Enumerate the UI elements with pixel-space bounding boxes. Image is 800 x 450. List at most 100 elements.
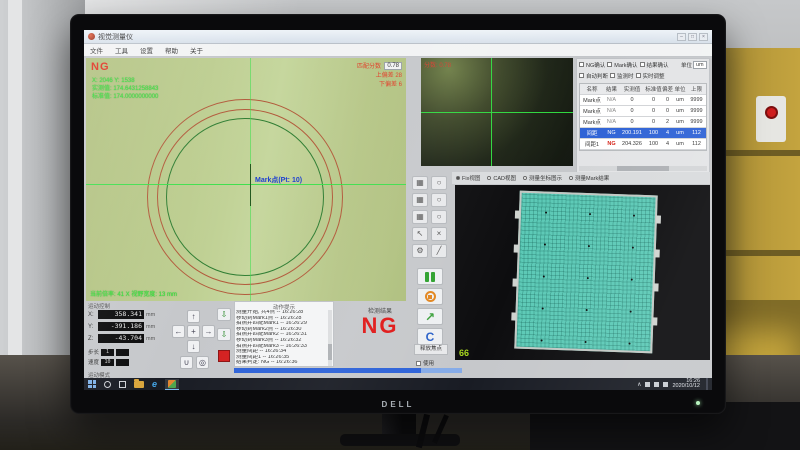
grid-tool-icon[interactable]: ▦	[412, 210, 428, 224]
table-row[interactable]: 间距1NG 204.326100 4um 112	[580, 139, 706, 150]
monitor-checkbox[interactable]	[610, 73, 615, 78]
jog-center-button[interactable]: +	[187, 325, 200, 338]
minimize-button[interactable]: –	[677, 33, 686, 41]
grid-tool-icon[interactable]: ▦	[412, 193, 428, 207]
start-pause-button[interactable]	[417, 268, 443, 285]
speed-value[interactable]: 10	[101, 359, 114, 366]
tab-mark-result-view[interactable]: 测量Mark结果	[569, 174, 609, 182]
offset-x-readout: 上偏差 28	[376, 70, 402, 79]
realtime-adjust-checkbox[interactable]	[636, 73, 641, 78]
menu-help[interactable]: 帮助	[165, 45, 178, 55]
delete-tool-icon[interactable]: ×	[431, 227, 447, 241]
main-camera-view[interactable]: NG X: 2046 Y: 1538 实测值: 174.6431258843 标…	[86, 58, 406, 301]
tab-fix-view[interactable]: Fix视图	[456, 174, 480, 182]
use-checkbox[interactable]	[416, 361, 421, 366]
offset-y-readout: 下偏差 6	[379, 79, 402, 88]
grid-view-icon[interactable]: ▦	[412, 176, 428, 190]
select-arrow-icon[interactable]: ↖	[412, 227, 428, 241]
table-row[interactable]: Mark点N/A 00 0um 9999	[580, 95, 706, 106]
secondary-camera-view[interactable]: 分数: 0.78	[421, 58, 573, 166]
step-label: 步长	[88, 348, 99, 356]
pause-icon	[431, 272, 435, 282]
jog-up-button[interactable]: ↑	[187, 310, 200, 323]
step-value-2[interactable]	[116, 349, 129, 356]
ng-confirm-checkbox[interactable]	[579, 62, 584, 67]
active-app-taskbar-icon[interactable]	[165, 379, 179, 390]
result-confirm-checkbox[interactable]	[640, 62, 645, 67]
unit-select[interactable]: um	[693, 61, 707, 69]
start-button-icon[interactable]	[88, 380, 96, 388]
arrow-icon: ↗	[425, 312, 435, 322]
network-icon[interactable]	[645, 382, 650, 387]
main-view-result-badge: NG	[91, 61, 110, 73]
step-value[interactable]: 1	[101, 349, 114, 356]
show-desktop-button[interactable]	[706, 378, 708, 390]
menu-file[interactable]: 文件	[90, 45, 103, 55]
close-button[interactable]: ×	[699, 33, 708, 41]
release-focus-button[interactable]: 释放焦点	[414, 344, 448, 355]
log-entry[interactable]: 结果判定: NG -- 16:26:36	[236, 360, 328, 366]
menu-tools[interactable]: 工具	[115, 45, 128, 55]
use-label: 使用	[423, 359, 434, 367]
jog-right-button[interactable]: →	[202, 325, 215, 338]
measured-readout: 实测值: 174.6431258843	[92, 85, 158, 93]
line-tool-icon[interactable]: ╱	[431, 244, 447, 258]
stop-button[interactable]	[417, 288, 443, 305]
standard-readout: 标准值: 174.0000000000	[92, 93, 158, 101]
language-icon[interactable]	[663, 382, 668, 387]
edge-browser-icon[interactable]: e	[152, 380, 157, 389]
table-row[interactable]: Mark点N/A 00 2um 9999	[580, 117, 706, 128]
realtime-adjust-label: 实时调整	[643, 72, 665, 80]
circle-tool-icon[interactable]: ○	[431, 210, 447, 224]
task-view-icon[interactable]	[119, 381, 126, 388]
gripper-icon-button[interactable]: ∪	[180, 356, 193, 369]
monitor-brand-logo: DELL	[70, 400, 726, 409]
ellipse-tool-icon[interactable]: ○	[431, 176, 447, 190]
radio-icon	[487, 176, 491, 180]
settings-gear-icon[interactable]: ⚙	[412, 244, 428, 258]
factory-scene: DELL 视觉测量仪 – □ × 文件 工具 设置 帮助 关于	[0, 0, 800, 450]
jog-left-button[interactable]: ←	[172, 325, 185, 338]
x-axis-value: 358.341	[98, 310, 144, 319]
match-score-value[interactable]: 0.78	[384, 62, 402, 70]
file-explorer-icon[interactable]	[134, 381, 144, 388]
jog-down-button[interactable]: ↓	[187, 340, 200, 353]
panel-map-view[interactable]: 66	[455, 185, 710, 360]
mark-confirm-checkbox[interactable]	[607, 62, 612, 67]
maximize-button[interactable]: □	[688, 33, 697, 41]
load-action-button[interactable]: ⇩	[217, 308, 231, 321]
stop-motion-button[interactable]	[218, 350, 230, 362]
volume-icon[interactable]	[654, 382, 659, 387]
tab-coordinate-view[interactable]: 测量坐标图示	[523, 174, 562, 182]
app-icon	[88, 33, 95, 40]
result-confirm-label: 结果确认	[647, 61, 669, 69]
windows-taskbar: e ∧ 16:26 2020/10/12	[84, 378, 712, 390]
table-row-selected[interactable]: 间距NG 200.191100 4um 112	[580, 128, 706, 139]
menu-settings[interactable]: 设置	[140, 45, 153, 55]
log-scrollbar[interactable]	[328, 310, 332, 366]
motion-control-panel: 运动控制 X: 358.341 mm Y: -391.186 mm Z: -43…	[86, 302, 216, 372]
action-log-panel[interactable]: 动作提示 测量开始, 共4点 -- 16:26:28 移动到Mark1点 -- …	[234, 301, 334, 367]
auto-judge-checkbox[interactable]	[579, 73, 584, 78]
table-horizontal-scrollbar[interactable]	[579, 166, 707, 171]
table-row[interactable]: Mark点N/A 00 0um 9999	[580, 106, 706, 117]
ng-confirm-label: NG确认	[586, 61, 605, 69]
search-icon[interactable]	[104, 381, 111, 388]
speed-value-2[interactable]	[116, 359, 129, 366]
inspection-panel: NG确认 Mark确认 结果确认 单位 um 自动判断 监测时	[576, 58, 710, 174]
c-icon: C	[426, 332, 435, 342]
monitor-label: 监测时	[617, 72, 634, 80]
save-action-button[interactable]: ⇩	[217, 328, 231, 341]
monitor: DELL 视觉测量仪 – □ × 文件 工具 设置 帮助 关于	[70, 14, 726, 414]
taskbar-clock[interactable]: 16:26 2020/10/12	[672, 379, 700, 390]
jump-button[interactable]: ↗	[417, 308, 443, 325]
target-icon-button[interactable]: ◎	[196, 356, 209, 369]
tray-chevron-icon[interactable]: ∧	[637, 381, 641, 388]
action-log-list: 测量开始, 共4点 -- 16:26:28 移动到Mark1点 -- 16:26…	[236, 310, 328, 366]
circle-tool-icon[interactable]: ○	[431, 193, 447, 207]
tab-cad-view[interactable]: CAD视图	[487, 174, 516, 182]
clear-button[interactable]: C	[417, 328, 443, 345]
panel-count: 66	[459, 348, 469, 358]
radio-icon	[523, 176, 527, 180]
menu-about[interactable]: 关于	[190, 45, 203, 55]
